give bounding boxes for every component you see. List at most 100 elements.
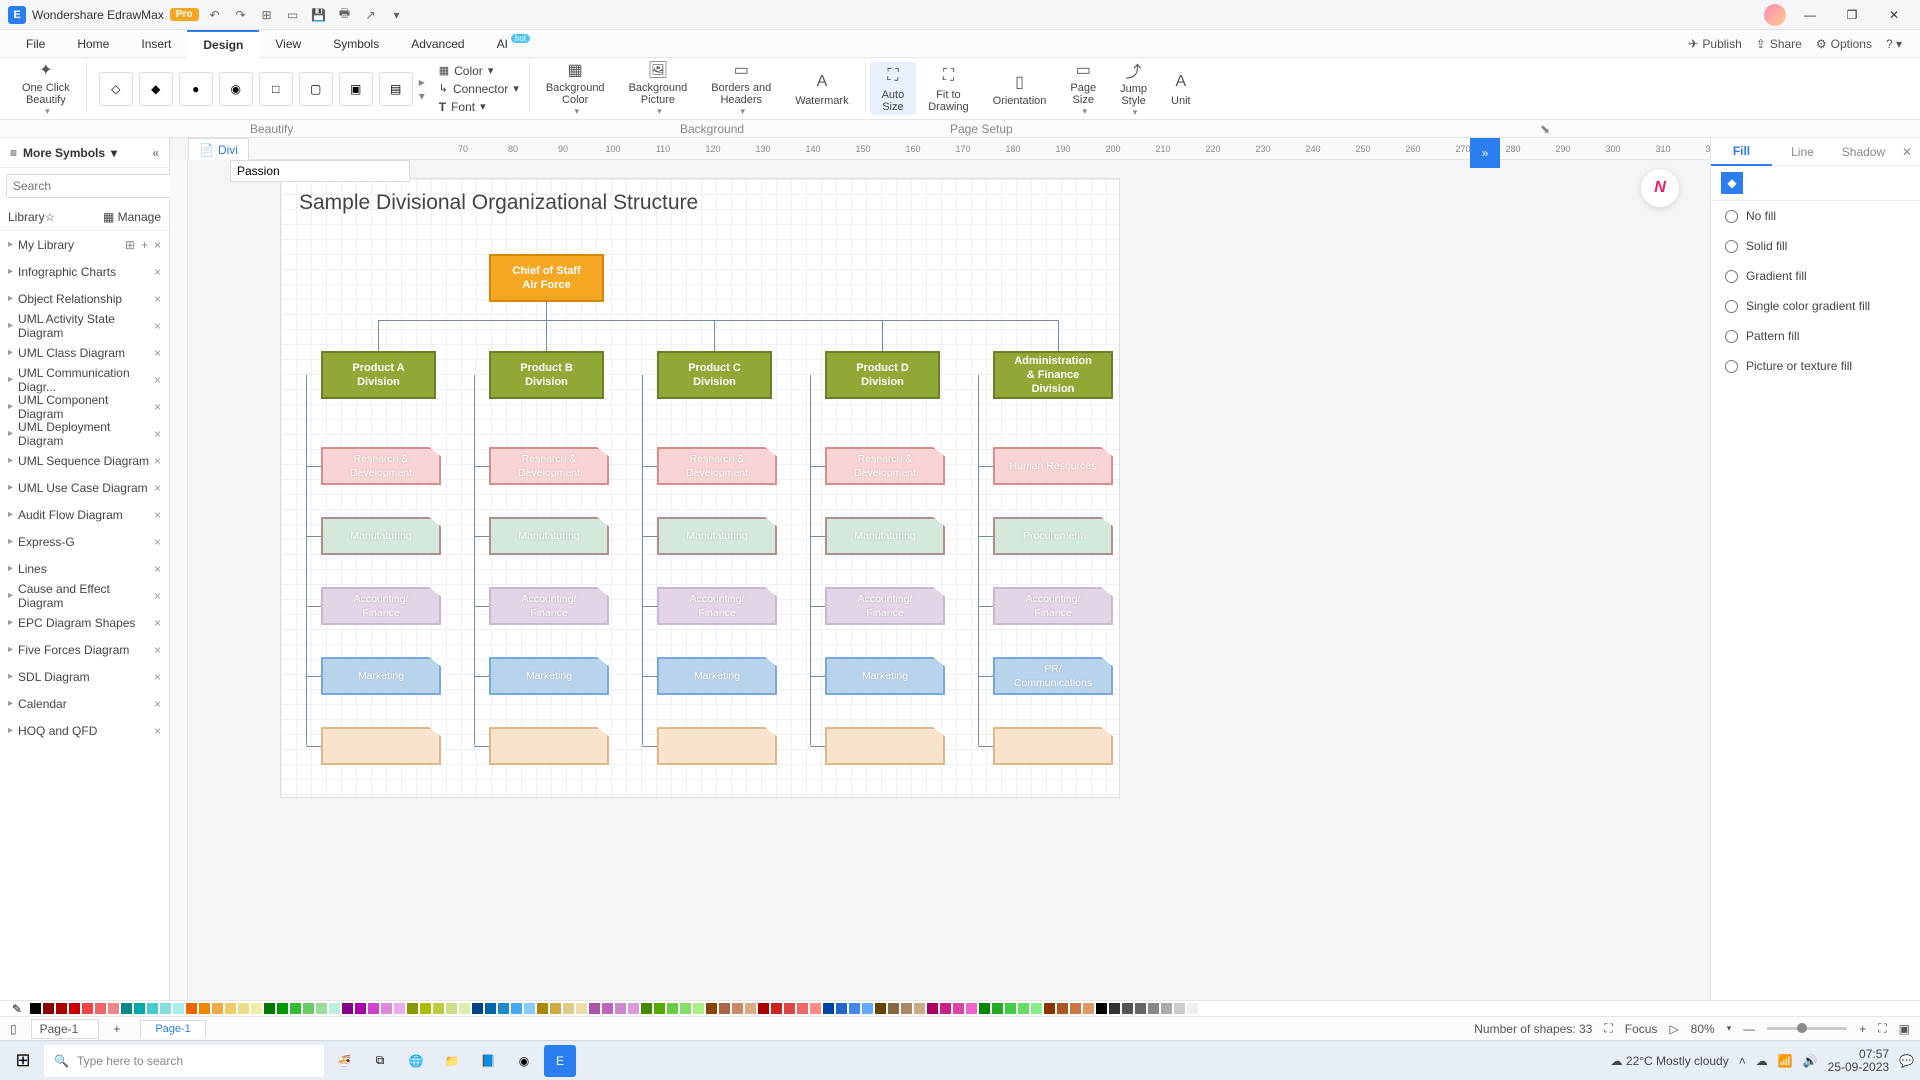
remove-icon[interactable]: × — [154, 238, 161, 252]
remove-category-icon[interactable]: × — [154, 400, 161, 414]
color-swatch[interactable] — [641, 1003, 652, 1014]
panel-close-icon[interactable]: ✕ — [1894, 145, 1920, 159]
fill-option[interactable]: Gradient fill — [1711, 261, 1920, 291]
category-item[interactable]: ▸Audit Flow Diagram× — [0, 501, 169, 528]
manage-link[interactable]: Manage — [118, 210, 161, 224]
windows-search[interactable]: 🔍 Type here to search — [44, 1045, 324, 1077]
category-item[interactable]: ▸SDL Diagram× — [0, 663, 169, 690]
dept-box[interactable]: PR/ Communications — [993, 657, 1113, 695]
presentation-icon[interactable]: ▷ — [1669, 1022, 1678, 1036]
remove-category-icon[interactable]: × — [154, 346, 161, 360]
page-setup-expand-icon[interactable]: ⬊ — [1540, 122, 1550, 136]
windows-start-icon[interactable]: ⊞ — [6, 1044, 40, 1078]
zoom-level[interactable]: 80% — [1691, 1022, 1715, 1036]
remove-category-icon[interactable]: × — [154, 508, 161, 522]
dept-box[interactable]: Accounting/ Finance — [321, 587, 441, 625]
menu-insert[interactable]: Insert — [125, 30, 187, 58]
color-swatch[interactable] — [186, 1003, 197, 1014]
remove-category-icon[interactable]: × — [154, 643, 161, 657]
theme-shapes[interactable]: ◇◆●◉ □▢▣▤ ▸▾ — [91, 62, 433, 115]
color-swatch[interactable] — [589, 1003, 600, 1014]
color-swatch[interactable] — [420, 1003, 431, 1014]
help-icon[interactable]: ? ▾ — [1886, 37, 1902, 51]
color-swatch[interactable] — [810, 1003, 821, 1014]
task-view-icon[interactable]: ⧉ — [364, 1045, 396, 1077]
category-item[interactable]: ▸UML Communication Diagr...× — [0, 366, 169, 393]
dept-box[interactable]: Research & Development — [321, 447, 441, 485]
color-swatch[interactable] — [342, 1003, 353, 1014]
zoom-out-icon[interactable]: — — [1743, 1022, 1755, 1036]
category-item[interactable]: ▸UML Deployment Diagram× — [0, 420, 169, 447]
share-button[interactable]: ⇪ Share — [1756, 37, 1802, 51]
import-icon[interactable]: ⊞ — [125, 238, 135, 252]
undo-icon[interactable]: ↶ — [205, 5, 225, 25]
ai-assistant-icon[interactable]: N — [1640, 168, 1680, 208]
dept-box[interactable]: Marketing — [489, 657, 609, 695]
color-swatch[interactable] — [238, 1003, 249, 1014]
edge-icon[interactable]: 🌐 — [400, 1045, 432, 1077]
category-item[interactable]: ▸Infographic Charts× — [0, 258, 169, 285]
color-swatch[interactable] — [732, 1003, 743, 1014]
remove-category-icon[interactable]: × — [154, 535, 161, 549]
menu-ai[interactable]: AIhot — [481, 30, 546, 58]
remove-category-icon[interactable]: × — [154, 373, 161, 387]
remove-category-icon[interactable]: × — [154, 454, 161, 468]
color-swatch[interactable] — [134, 1003, 145, 1014]
fill-option[interactable]: Pattern fill — [1711, 321, 1920, 351]
color-swatch[interactable] — [862, 1003, 873, 1014]
color-swatch[interactable] — [1070, 1003, 1081, 1014]
category-item[interactable]: ▸Calendar× — [0, 690, 169, 717]
fit-drawing[interactable]: ⛶Fit to Drawing — [916, 62, 980, 115]
zoom-in-icon[interactable]: + — [1859, 1022, 1866, 1036]
division-box[interactable]: Product A Division — [321, 351, 436, 399]
dept-box[interactable]: Human Resources — [993, 447, 1113, 485]
color-swatch[interactable] — [875, 1003, 886, 1014]
line-tab[interactable]: Line — [1772, 139, 1833, 165]
dept-box[interactable] — [657, 727, 777, 765]
dept-box[interactable] — [321, 727, 441, 765]
color-swatch[interactable] — [121, 1003, 132, 1014]
division-box[interactable]: Administration & Finance Division — [993, 351, 1113, 399]
publish-button[interactable]: ✈ Publish — [1688, 37, 1741, 51]
color-swatch[interactable] — [693, 1003, 704, 1014]
page-view-icon[interactable]: ▯ — [10, 1022, 17, 1036]
fill-tool-icon[interactable]: ◆ — [1721, 172, 1743, 194]
taskbar-app-food[interactable]: 🍜 — [328, 1045, 360, 1077]
chief-box[interactable]: Chief of Staff Air Force — [489, 254, 604, 302]
color-swatch[interactable] — [225, 1003, 236, 1014]
dept-box[interactable]: Manufaturing — [657, 517, 777, 555]
unit[interactable]: AUnit — [1159, 62, 1203, 115]
color-swatch[interactable] — [1083, 1003, 1094, 1014]
remove-category-icon[interactable]: × — [154, 670, 161, 684]
color-swatch[interactable] — [901, 1003, 912, 1014]
dept-box[interactable]: Marketing — [321, 657, 441, 695]
redo-icon[interactable]: ↷ — [231, 5, 251, 25]
remove-category-icon[interactable]: × — [154, 589, 161, 603]
color-swatch[interactable] — [771, 1003, 782, 1014]
dept-box[interactable]: Marketing — [657, 657, 777, 695]
zoom-slider[interactable] — [1767, 1027, 1847, 1030]
remove-category-icon[interactable]: × — [154, 292, 161, 306]
color-swatch[interactable] — [1057, 1003, 1068, 1014]
color-swatch[interactable] — [823, 1003, 834, 1014]
color-swatch[interactable] — [550, 1003, 561, 1014]
one-click-beautify[interactable]: ✦One Click Beautify▾ — [10, 62, 82, 115]
remove-category-icon[interactable]: × — [154, 481, 161, 495]
color-swatch[interactable] — [1135, 1003, 1146, 1014]
dept-box[interactable]: Research & Development — [825, 447, 945, 485]
page-size[interactable]: ▭Page Size▾ — [1058, 62, 1108, 115]
color-swatch[interactable] — [446, 1003, 457, 1014]
color-swatch[interactable] — [1122, 1003, 1133, 1014]
color-swatch[interactable] — [1031, 1003, 1042, 1014]
user-avatar[interactable] — [1764, 4, 1786, 26]
notifications-icon[interactable]: 💬 — [1899, 1054, 1914, 1068]
menu-advanced[interactable]: Advanced — [395, 30, 480, 58]
my-library[interactable]: My Library — [18, 238, 74, 252]
menu-home[interactable]: Home — [61, 30, 125, 58]
category-item[interactable]: ▸UML Activity State Diagram× — [0, 312, 169, 339]
color-swatch[interactable] — [95, 1003, 106, 1014]
dept-box[interactable]: Manufaturing — [489, 517, 609, 555]
menu-file[interactable]: File — [10, 30, 61, 58]
color-swatch[interactable] — [264, 1003, 275, 1014]
page-dropdown[interactable]: Page-1 — [31, 1019, 100, 1039]
